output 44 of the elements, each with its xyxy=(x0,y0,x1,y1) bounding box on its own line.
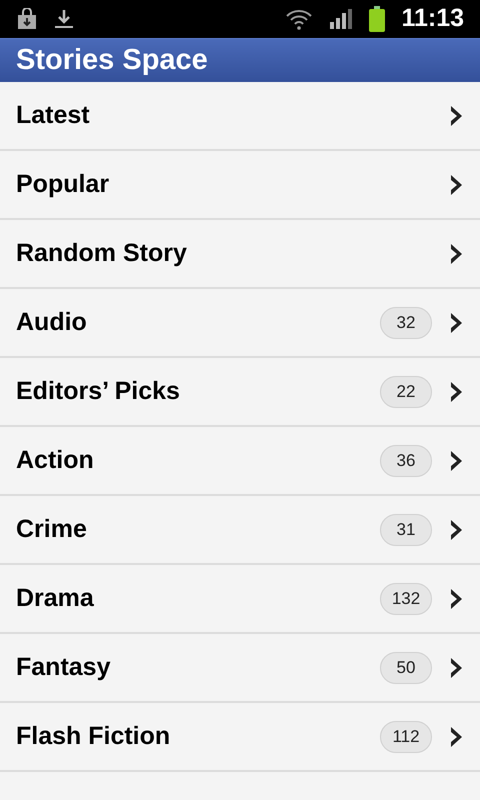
menu-label: Latest xyxy=(16,100,91,131)
menu-row[interactable]: Flash Fiction 112 xyxy=(0,703,480,772)
download-icon xyxy=(54,8,74,30)
count-badge: 31 xyxy=(380,514,432,546)
menu-label: Crime xyxy=(16,514,88,545)
count-badge: 50 xyxy=(380,652,432,684)
chevron-right-icon xyxy=(448,172,464,196)
menu-label: Flash Fiction xyxy=(16,720,172,752)
menu-label: Audio xyxy=(16,306,88,338)
shopping-bag-icon xyxy=(16,8,38,30)
battery-icon xyxy=(369,6,386,32)
menu-row[interactable]: Latest xyxy=(0,82,480,151)
chevron-right-icon xyxy=(448,104,464,128)
chevron-right-icon xyxy=(448,310,464,334)
count-badge: 112 xyxy=(380,720,432,752)
count-badge: 32 xyxy=(380,306,432,338)
chevron-right-icon xyxy=(448,242,464,266)
menu-label: Action xyxy=(16,444,95,476)
menu-row[interactable]: Audio 32 xyxy=(0,289,480,358)
chevron-right-icon xyxy=(448,586,464,610)
app-title: Stories Space xyxy=(16,42,208,78)
count-badge: 36 xyxy=(380,444,432,476)
menu-row[interactable]: Crime 31 xyxy=(0,496,480,565)
chevron-right-icon xyxy=(448,448,464,472)
menu-label: Drama xyxy=(16,582,95,614)
menu-row[interactable]: Action 36 xyxy=(0,427,480,496)
count-badge: 132 xyxy=(380,582,432,614)
menu-row[interactable]: Random Story xyxy=(0,220,480,289)
menu-row[interactable]: Popular xyxy=(0,151,480,220)
signal-icon xyxy=(329,8,354,30)
chevron-right-icon xyxy=(448,656,464,680)
chevron-right-icon xyxy=(448,380,464,404)
menu-row[interactable]: Fantasy 50 xyxy=(0,634,480,703)
menu-label: Popular xyxy=(16,168,110,200)
menu-row[interactable]: Editors’ Picks 22 xyxy=(0,358,480,427)
wifi-icon xyxy=(285,8,314,30)
count-badge: 22 xyxy=(380,376,432,408)
menu-label: Editors’ Picks xyxy=(16,376,181,407)
chevron-right-icon xyxy=(448,724,464,748)
menu-label: Fantasy xyxy=(16,652,112,683)
clock-time: 11:13 xyxy=(401,3,464,34)
chevron-right-icon xyxy=(448,518,464,542)
menu-row[interactable]: Drama 132 xyxy=(0,565,480,634)
menu-label: Random Story xyxy=(16,238,188,269)
